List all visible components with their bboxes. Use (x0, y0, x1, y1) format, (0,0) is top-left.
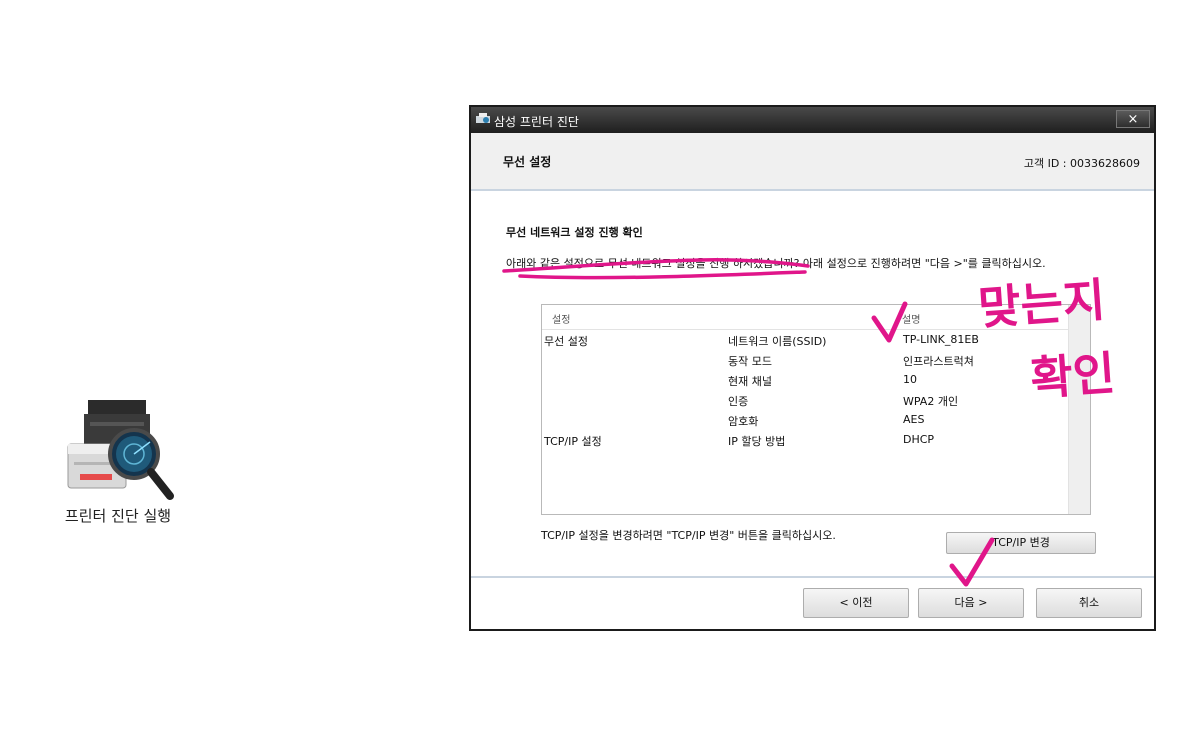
row-item: 동작 모드 (728, 355, 772, 368)
previous-button[interactable]: < 이전 (803, 588, 909, 618)
shortcut-label: 프린터 진단 실행 (64, 507, 172, 525)
row-value: WPA2 개인 (903, 395, 959, 408)
title-bar[interactable]: 삼성 프린터 진단 × (471, 107, 1154, 133)
printer-app-icon (476, 113, 490, 123)
instruction-text: 아래와 같은 설정으로 무선 네트워크 설정을 진행 하시겠습니까? 아래 설정… (506, 257, 1046, 270)
header-description: 설명 (902, 315, 921, 326)
table-row: 암호화 AES (542, 410, 1069, 430)
row-item: 네트워크 이름(SSID) (728, 335, 827, 348)
content-heading: 무선 네트워크 설정 진행 확인 (506, 226, 643, 239)
cancel-button[interactable]: 취소 (1036, 588, 1142, 618)
table-row: 동작 모드 인프라스트럭쳐 (542, 350, 1069, 370)
table-scrollbar[interactable] (1068, 305, 1090, 514)
row-value: DHCP (903, 433, 935, 446)
row-category: 무선 설정 (544, 335, 588, 348)
printer-magnifier-icon (67, 400, 174, 500)
table-row: 현재 채널 10 (542, 370, 1069, 390)
row-item: IP 할당 방법 (728, 435, 786, 448)
diagnosis-dialog: 삼성 프린터 진단 × 무선 설정 고객 ID : 0033628609 무선 … (469, 105, 1156, 631)
close-button[interactable]: × (1116, 110, 1150, 128)
row-item: 암호화 (728, 415, 759, 428)
row-value: 인프라스트럭쳐 (903, 355, 974, 368)
row-value: 10 (903, 373, 917, 386)
next-button[interactable]: 다음 > (918, 588, 1024, 618)
header-setting: 설정 (552, 315, 571, 326)
row-item: 인증 (728, 395, 749, 408)
table-row: 무선 설정 네트워크 이름(SSID) TP-LINK_81EB (542, 330, 1069, 350)
row-value: AES (903, 413, 925, 426)
section-title: 무선 설정 (503, 155, 552, 169)
tcp-ip-change-button[interactable]: TCP/IP 변경 (946, 532, 1096, 554)
customer-id: 고객 ID : 0033628609 (1023, 157, 1140, 170)
dialog-header: 무선 설정 고객 ID : 0033628609 (471, 133, 1154, 191)
row-category: TCP/IP 설정 (544, 435, 602, 448)
row-value: TP-LINK_81EB (903, 333, 979, 346)
tcp-note: TCP/IP 설정을 변경하려면 "TCP/IP 변경" 버튼을 클릭하십시오. (541, 529, 836, 542)
table-row: TCP/IP 설정 IP 할당 방법 DHCP (542, 430, 1069, 450)
table-row: 인증 WPA2 개인 (542, 390, 1069, 410)
settings-table: 설정 설명 무선 설정 네트워크 이름(SSID) TP-LINK_81EB 동… (541, 304, 1091, 515)
row-item: 현재 채널 (728, 375, 772, 388)
footer-divider (471, 576, 1154, 578)
window-title: 삼성 프린터 진단 (494, 115, 579, 129)
printer-diagnosis-shortcut[interactable]: 프린터 진단 실행 (48, 392, 198, 532)
table-header: 설정 설명 (542, 305, 1069, 330)
